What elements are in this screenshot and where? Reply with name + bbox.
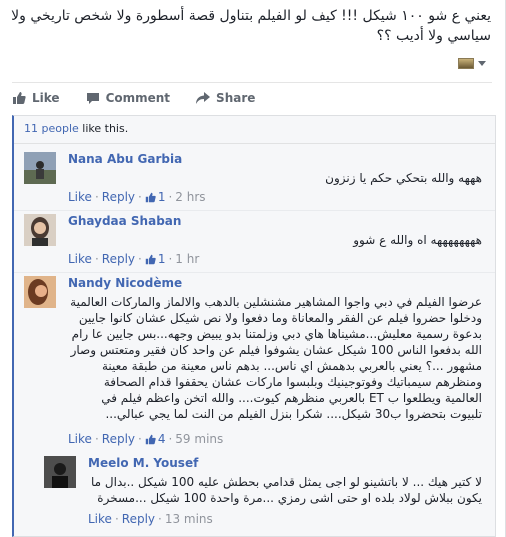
comment-like-link[interactable]: Like [68,252,92,266]
comment-author[interactable]: Nandy Nicodème [68,276,182,290]
divider [14,272,495,273]
comment-icon [86,92,99,104]
comment-reply-link[interactable]: Reply [102,252,135,266]
comment-like-link[interactable]: Like [68,432,92,446]
comment-text: ههههههههه اه والله ع شوو [353,233,482,247]
comment-reply-link[interactable]: Reply [122,512,155,526]
comment-meta: Like · Reply · 13 mins [88,512,213,526]
comment-author[interactable]: Nana Abu Garbia [68,152,182,166]
share-button-label: Share [216,90,256,105]
thumbs-up-icon [145,192,156,202]
comment-item: Ghaydaa Shaban ههههههههه اه والله ع شوو … [14,214,494,274]
comment-reply-link[interactable]: Reply [102,432,135,446]
comment-button-label: Comment [105,90,171,105]
comment-author[interactable]: Ghaydaa Shaban [68,214,181,228]
likes-summary: 11 people like this. [14,116,495,144]
thumbs-up-icon [145,254,156,264]
avatar[interactable] [24,152,56,184]
comment-timestamp[interactable]: 2 hrs [175,190,205,204]
avatar[interactable] [24,214,56,246]
likes-suffix: like this. [78,122,129,135]
comment-item: Nana Abu Garbia هههه والله بتحكي حكم يا … [14,152,494,212]
comment-timestamp[interactable]: 13 mins [165,512,213,526]
chevron-down-icon[interactable] [478,61,486,66]
post-text: يعني ع شو ١٠٠ شيكل !!! كيف لو الفيلم بتن… [11,8,491,44]
thumbs-up-icon [145,434,156,444]
comment-like-count[interactable]: 1 [145,252,165,266]
audience-icon[interactable] [458,58,474,69]
comment-meta: Like · Reply · 1 · 1 hr [68,252,200,266]
likes-count-link[interactable]: 11 people [24,122,79,135]
comment-author[interactable]: Meelo M. Yousef [88,456,198,470]
comment-text: عرضوا الفيلم في دبي واجوا المشاهير مشنشل… [70,295,482,421]
like-button-label: Like [32,90,60,105]
avatar[interactable] [44,456,76,488]
comment-button[interactable]: Comment [86,91,170,105]
comment-like-count[interactable]: 4 [145,432,165,446]
comment-like-link[interactable]: Like [68,190,92,204]
comment-like-count[interactable]: 1 [145,190,165,204]
share-icon [196,91,211,104]
comment-text: هههه والله بتحكي حكم يا زنزون [325,171,482,185]
thumbs-up-icon [13,91,26,104]
comment-meta: Like · Reply · 1 · 2 hrs [68,190,206,204]
divider [14,210,495,211]
avatar[interactable] [24,276,56,308]
post-actions-bar: Like Comment Share [12,82,492,112]
reply-item: Meelo M. Yousef لا كتير هيك ... لا باتشي… [34,456,494,536]
post-card: يعني ع شو ١٠٠ شيكل !!! كيف لو الفيلم بتن… [0,0,506,537]
comment-item: Nandy Nicodème عرضوا الفيلم في دبي واجوا… [14,276,494,454]
comment-like-link[interactable]: Like [88,512,112,526]
comment-timestamp[interactable]: 59 mins [175,432,223,446]
comment-timestamp[interactable]: 1 hr [175,252,199,266]
comment-reply-link[interactable]: Reply [102,190,135,204]
like-button[interactable]: Like [12,91,60,105]
comments-section: 11 people like this. Nana Abu Garbia ههه… [12,115,496,537]
comment-text: لا كتير هيك ... لا باتشينو لو اجى يمثل ق… [91,475,482,505]
share-button[interactable]: Share [196,91,255,105]
comment-meta: Like · Reply · 4 · 59 mins [68,432,224,446]
